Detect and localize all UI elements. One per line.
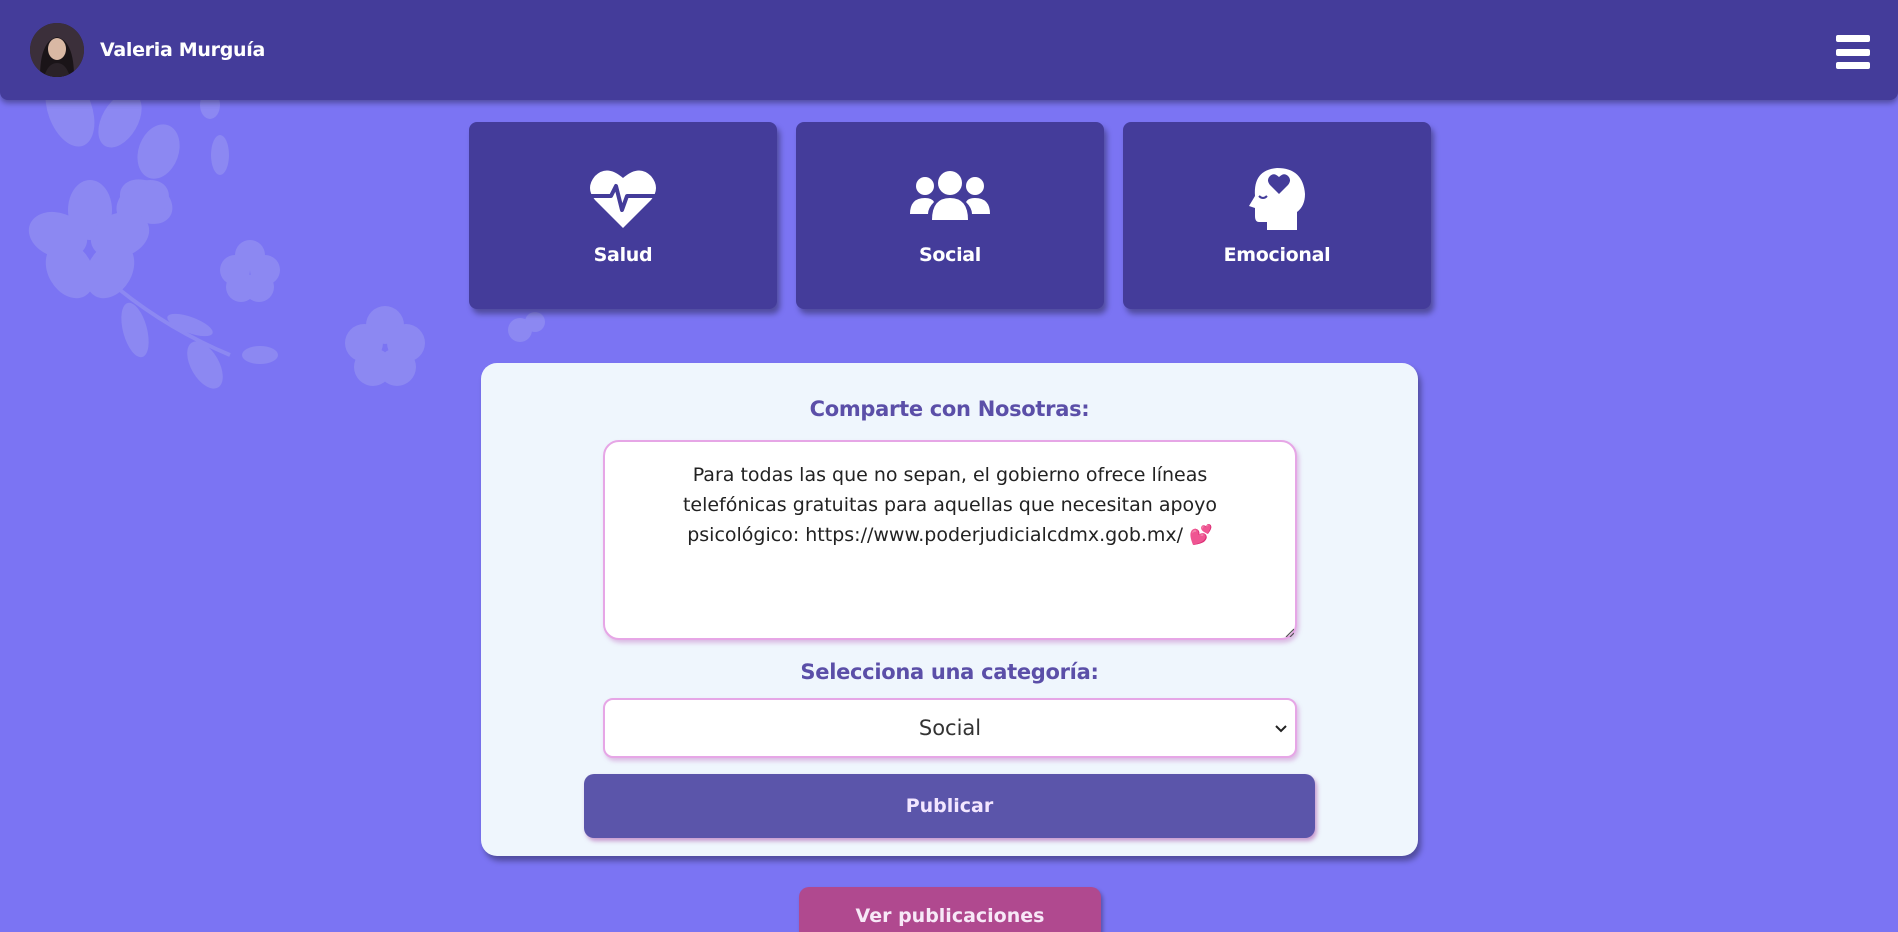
category-label: Salud [593,244,653,266]
user-avatar-icon [30,23,84,77]
avatar[interactable] [30,23,84,77]
menu-bar [1836,35,1870,42]
category-label: Social [918,244,982,266]
head-heart-icon [1249,168,1305,230]
category-cards: Salud Social Emocional [469,122,1431,309]
category-select[interactable]: Social [603,698,1297,758]
category-select-label: Selecciona una categoría: [800,660,1099,684]
category-label: Emocional [1223,244,1331,266]
menu-bar [1836,48,1870,56]
form-title: Comparte con Nosotras: [809,397,1090,421]
post-textarea[interactable]: Para todas las que no sepan, el gobierno… [603,440,1297,640]
menu-bar [1836,62,1870,69]
share-form-panel: Comparte con Nosotras: Para todas las qu… [481,363,1418,856]
top-navbar: Valeria Murguía [0,0,1898,100]
category-select-value: Social [918,716,982,740]
user-name: Valeria Murguía [100,39,265,61]
category-card-emocional[interactable]: Emocional [1123,122,1431,309]
hamburger-menu-icon[interactable] [1836,35,1870,69]
category-card-social[interactable]: Social [796,122,1104,309]
resize-grip-icon[interactable] [1284,627,1294,637]
category-card-salud[interactable]: Salud [469,122,777,309]
chevron-down-icon [1275,725,1287,733]
heart-pulse-icon [590,170,656,228]
view-posts-button[interactable]: Ver publicaciones [799,887,1101,932]
publish-button[interactable]: Publicar [584,774,1315,838]
users-group-icon [910,171,990,220]
